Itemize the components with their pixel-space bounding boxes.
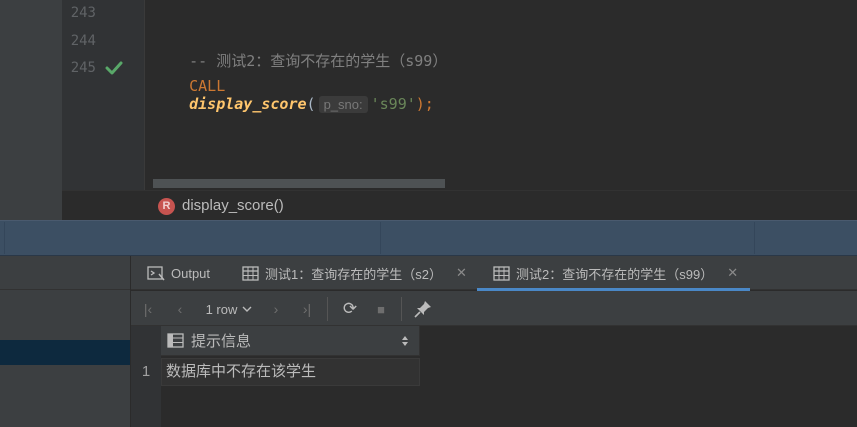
row-number: 1 [141,363,151,380]
breadcrumb-item[interactable]: display_score() [182,197,284,214]
sql-keyword: CALL [189,77,226,95]
selected-tree-item[interactable] [0,340,130,365]
tab-output[interactable]: Output [147,256,210,290]
toolbar-separator [401,297,402,321]
sort-icon[interactable] [401,335,409,347]
row-count-dropdown[interactable]: 1 row [200,299,258,319]
column-header-label: 提示信息 [191,333,252,350]
column-header[interactable]: 提示信息 [161,326,420,356]
tab-label: 测试2：查询不存在的学生（s99） [516,266,714,282]
close-icon[interactable]: ✕ [727,265,738,281]
line-number: 244 [70,33,96,49]
statement-end: ); [415,95,434,113]
previous-page-button[interactable]: ‹ [172,299,188,319]
line-number: 243 [70,5,96,21]
routine-icon: R [158,198,175,215]
code-line-245: CALL display_score(p_sno:'s99'); [153,59,434,131]
toolbar-separator [327,297,328,321]
splitter-separator [754,222,755,254]
chevron-down-icon [242,306,252,312]
tab-label: Output [171,265,211,281]
column-icon [167,333,184,348]
table-icon [242,265,259,281]
panel-divider [0,289,130,290]
editor-gutter [62,0,144,190]
pin-icon [414,301,431,318]
next-page-button[interactable]: › [268,299,284,319]
close-icon[interactable]: ✕ [456,265,467,281]
tab-test1[interactable]: 测试1：查询存在的学生（s2） ✕ [242,256,467,290]
first-page-button[interactable]: |‹ [140,299,156,319]
tab-label: 测试1：查询存在的学生（s2） [265,266,442,282]
procedure-name: display_score [189,95,307,113]
string-argument: 's99' [370,95,416,113]
table-icon [493,265,510,281]
row-count-label: 1 row [205,301,238,317]
open-paren: ( [306,95,316,113]
stop-icon[interactable]: ■ [372,299,390,319]
project-sidebar [0,0,62,220]
table-cell[interactable]: 数据库中不存在该学生 [161,358,420,386]
horizontal-scrollbar[interactable] [153,179,445,188]
checkmark-icon[interactable] [105,60,123,76]
refresh-icon[interactable]: ⟳ [340,299,360,319]
pin-tab-button[interactable] [412,299,434,319]
code-editor[interactable]: -- 测试2：查询不存在的学生（s99） CALL display_score(… [145,0,857,190]
parameter-hint: p_sno: [318,96,368,113]
panel-splitter[interactable] [0,220,857,256]
line-number: 245 [70,60,96,76]
splitter-separator [4,222,5,254]
output-icon [147,266,165,281]
splitter-separator [380,222,381,254]
last-page-button[interactable]: ›| [298,299,316,319]
tab-test2[interactable]: 测试2：查询不存在的学生（s99） ✕ [493,256,738,290]
